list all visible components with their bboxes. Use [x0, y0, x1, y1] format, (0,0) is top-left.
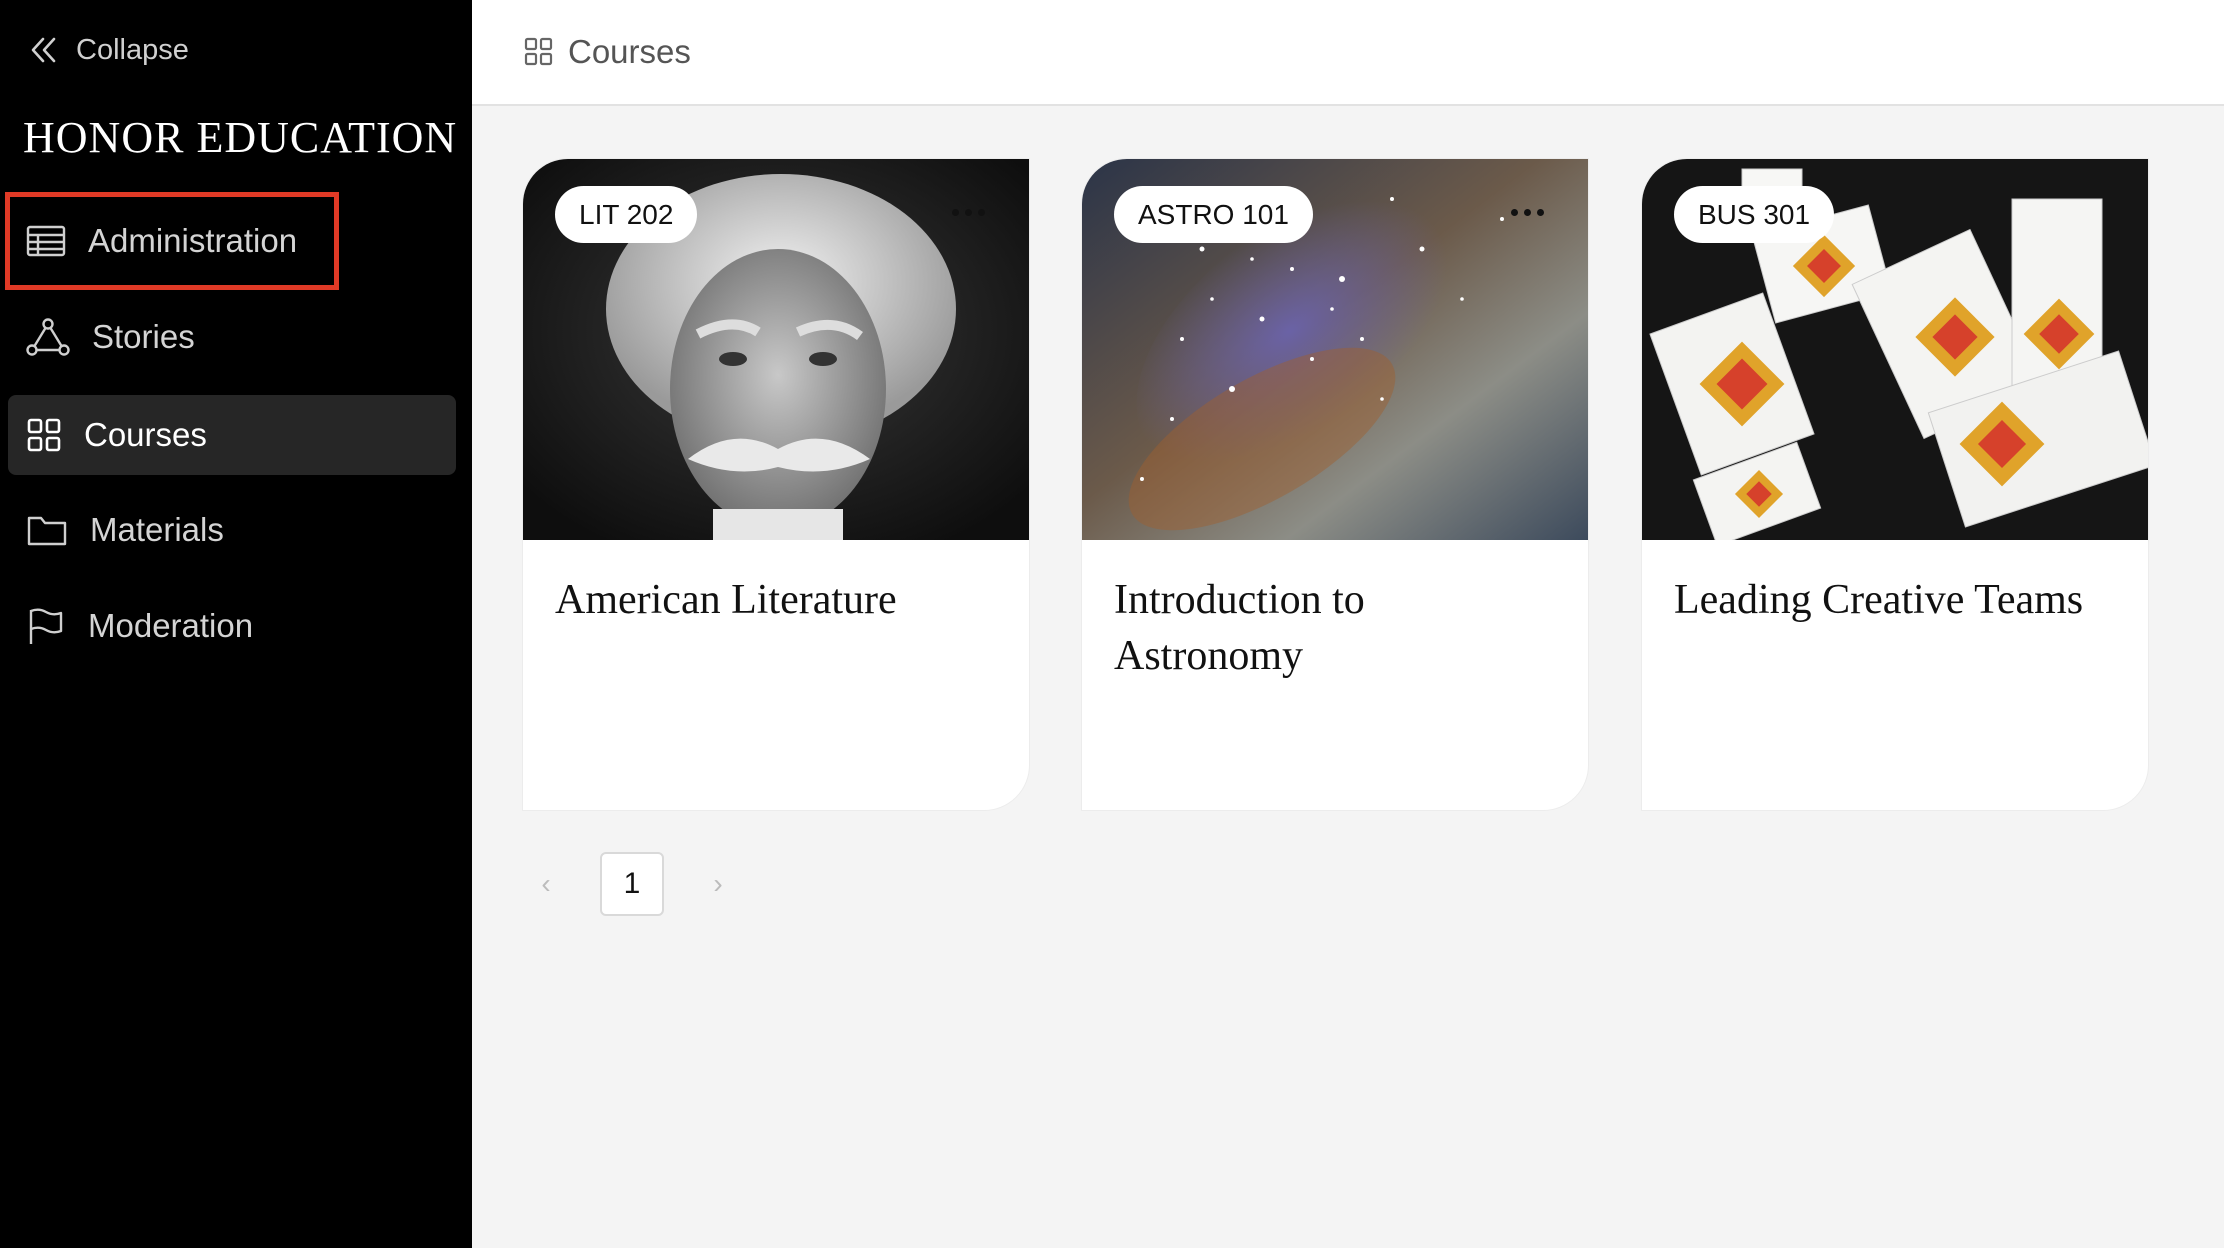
collapse-button[interactable]: Collapse: [26, 30, 189, 70]
double-chevron-left-icon: [31, 37, 56, 63]
grid-icon: [27, 418, 61, 452]
top-bar: Courses: [472, 0, 2224, 106]
sidebar-item-label: Stories: [92, 318, 195, 355]
brand-logo: HONOR EDUCATION: [23, 113, 458, 162]
flag-icon: [29, 608, 63, 644]
folder-icon: [27, 516, 67, 546]
sidebar-item-materials[interactable]: Materials: [8, 490, 456, 570]
sidebar-item-moderation[interactable]: Moderation: [8, 586, 456, 666]
course-title: American Literature: [555, 577, 897, 623]
next-page-button[interactable]: ›: [704, 868, 732, 900]
sidebar-item-label: Administration: [88, 222, 298, 259]
course-code-badge: LIT 202: [555, 186, 698, 243]
grid-icon: [524, 37, 553, 66]
sidebar-item-label: Courses: [84, 416, 207, 453]
sidebar-item-label: Moderation: [88, 607, 254, 644]
course-card[interactable]: ASTRO 101 Introduction to Astronomy: [1081, 158, 1589, 811]
sidebar: Collapse HONOR EDUCATION Administration …: [0, 0, 472, 1248]
page-title: Courses: [568, 33, 691, 70]
collapse-label: Collapse: [76, 33, 189, 66]
sidebar-item-administration[interactable]: Administration: [5, 192, 339, 290]
sidebar-item-stories[interactable]: Stories: [8, 297, 456, 377]
course-title: Introduction to Astronomy: [1114, 577, 1365, 679]
pagination: ‹ 1 ›: [532, 852, 732, 916]
course-code-badge: ASTRO 101: [1114, 186, 1313, 243]
sidebar-item-courses[interactable]: Courses: [8, 395, 456, 475]
course-title: Leading Creative Teams: [1674, 577, 2084, 623]
course-code-badge: BUS 301: [1674, 186, 1835, 243]
page-number-button[interactable]: 1: [600, 852, 664, 916]
more-options-icon[interactable]: [1511, 209, 1544, 216]
prev-page-button[interactable]: ‹: [532, 868, 560, 900]
course-card[interactable]: BUS 301 Leading Creative Teams: [1641, 158, 2149, 811]
table-icon: [26, 225, 66, 257]
network-icon: [26, 318, 70, 356]
more-options-icon[interactable]: [952, 209, 985, 216]
course-card[interactable]: LIT 202 American Literature: [522, 158, 1030, 811]
sidebar-item-label: Materials: [90, 511, 224, 548]
